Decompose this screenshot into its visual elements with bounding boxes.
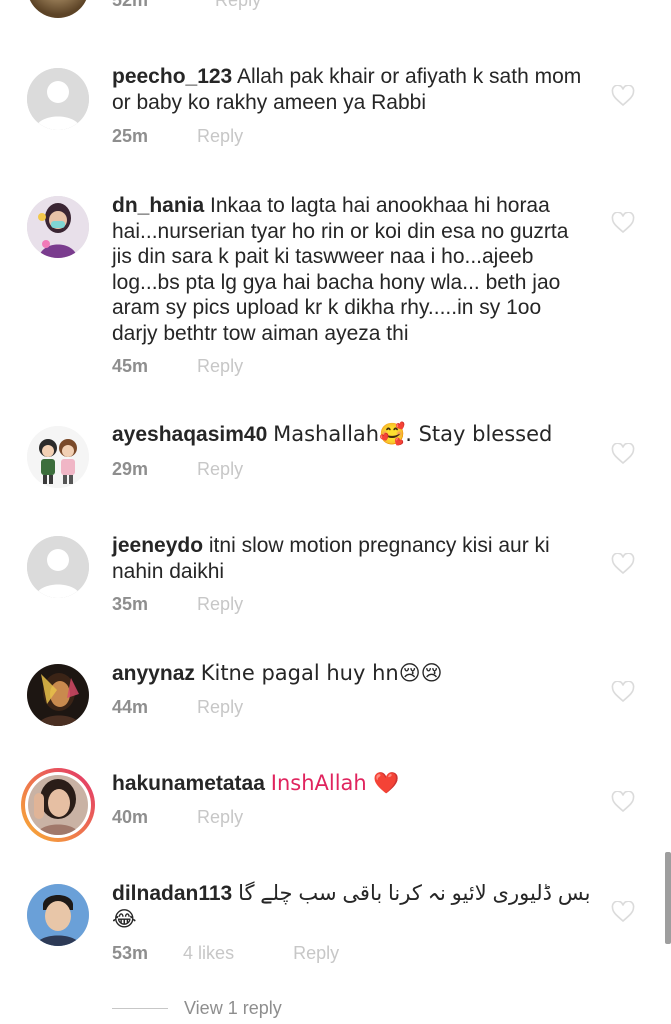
scrollbar[interactable] <box>665 852 671 944</box>
comment-username[interactable]: anyynaz <box>112 662 195 685</box>
comment-time: 35m <box>112 594 149 614</box>
heart-outline-icon[interactable] <box>611 85 635 107</box>
avatar[interactable] <box>27 536 89 598</box>
comment-username[interactable]: hakunametataa <box>112 772 265 795</box>
comment-body: InshAllah ❤️ <box>270 771 400 795</box>
default-avatar-icon <box>27 536 89 598</box>
comment-username[interactable]: jeeneydo <box>112 534 203 557</box>
comment-body: Mashallah🥰. Stay blessed <box>273 422 553 446</box>
comment-meta: 40m Reply <box>112 807 243 828</box>
heart-outline-icon[interactable] <box>611 212 635 234</box>
view-replies-button[interactable]: View 1 reply <box>112 998 282 1019</box>
heart-outline-icon[interactable] <box>611 901 635 923</box>
avatar[interactable] <box>27 664 89 726</box>
comment-time: 44m <box>112 697 149 717</box>
comment-meta: 25m Reply <box>112 126 243 147</box>
reply-button[interactable]: Reply <box>215 0 261 10</box>
comment-text: jeeneydo itni slow motion pregnancy kisi… <box>112 533 592 584</box>
default-avatar-icon <box>27 68 89 130</box>
comment-text: dilnadan113 بس ڈلیوری لائیو نہ کرنا باقی… <box>112 881 592 932</box>
comment-time: 52m <box>112 0 149 10</box>
comment-time: 45m <box>112 356 149 376</box>
comment-text: hakunametataa InshAllah ❤️ <box>112 771 592 797</box>
comment-meta: 29m Reply <box>112 459 243 480</box>
avatar-story-ring[interactable] <box>21 768 95 842</box>
reply-button[interactable]: Reply <box>197 459 243 480</box>
comment-username[interactable]: dilnadan113 <box>112 882 232 905</box>
comment-text: peecho_123 Allah pak khair or afiyath k … <box>112 64 592 115</box>
view-replies-label: View 1 reply <box>184 998 282 1018</box>
profile-photo <box>27 884 89 946</box>
comment-time: 29m <box>112 459 149 479</box>
avatar <box>28 775 88 835</box>
heart-outline-icon[interactable] <box>611 553 635 575</box>
comment-meta: 35m Reply <box>112 594 243 615</box>
heart-outline-icon[interactable] <box>611 443 635 465</box>
comment-time: 40m <box>112 807 149 827</box>
profile-photo <box>27 196 89 258</box>
comment-username[interactable]: peecho_123 <box>112 65 232 88</box>
comment-meta: 44m Reply <box>112 697 243 718</box>
comment-body: Kitne pagal huy hn😢😢 <box>200 661 443 685</box>
reply-button[interactable]: Reply <box>197 807 243 828</box>
profile-photo <box>27 426 89 488</box>
avatar-ring-inner <box>25 772 91 838</box>
reply-button[interactable]: Reply <box>197 126 243 147</box>
avatar[interactable] <box>27 0 89 18</box>
comment-meta: 45m Reply <box>112 356 243 377</box>
comment-meta: 52m Reply <box>112 0 261 11</box>
heart-outline-icon[interactable] <box>611 791 635 813</box>
reply-button[interactable]: Reply <box>197 356 243 377</box>
comment-meta: 53m 4 likes Reply <box>112 943 339 964</box>
avatar[interactable] <box>27 68 89 130</box>
profile-photo <box>28 775 88 835</box>
comment-body: بس ڈلیوری لائیو نہ کرنا باقی سب چلے گا <box>238 882 591 905</box>
likes-count[interactable]: 4 likes <box>183 943 234 964</box>
comment-username[interactable]: ayeshaqasim40 <box>112 423 267 446</box>
comment-time: 25m <box>112 126 149 146</box>
profile-photo <box>27 664 89 726</box>
comment-body-emoji: 😂 <box>112 906 137 931</box>
avatar[interactable] <box>27 196 89 258</box>
comment-text: anyynaz Kitne pagal huy hn😢😢 <box>112 661 592 687</box>
comment-text: dn_hania Inkaa to lagta hai anookhaa hi … <box>112 193 592 346</box>
comment-text: ayeshaqasim40 Mashallah🥰. Stay blessed <box>112 422 592 448</box>
reply-button[interactable]: Reply <box>197 697 243 718</box>
reply-button[interactable]: Reply <box>293 943 339 964</box>
avatar[interactable] <box>27 884 89 946</box>
avatar[interactable] <box>27 426 89 488</box>
comment-time: 53m <box>112 943 149 963</box>
view-replies-divider <box>112 1008 168 1009</box>
heart-outline-icon[interactable] <box>611 681 635 703</box>
reply-button[interactable]: Reply <box>197 594 243 615</box>
comment-username[interactable]: dn_hania <box>112 194 204 217</box>
